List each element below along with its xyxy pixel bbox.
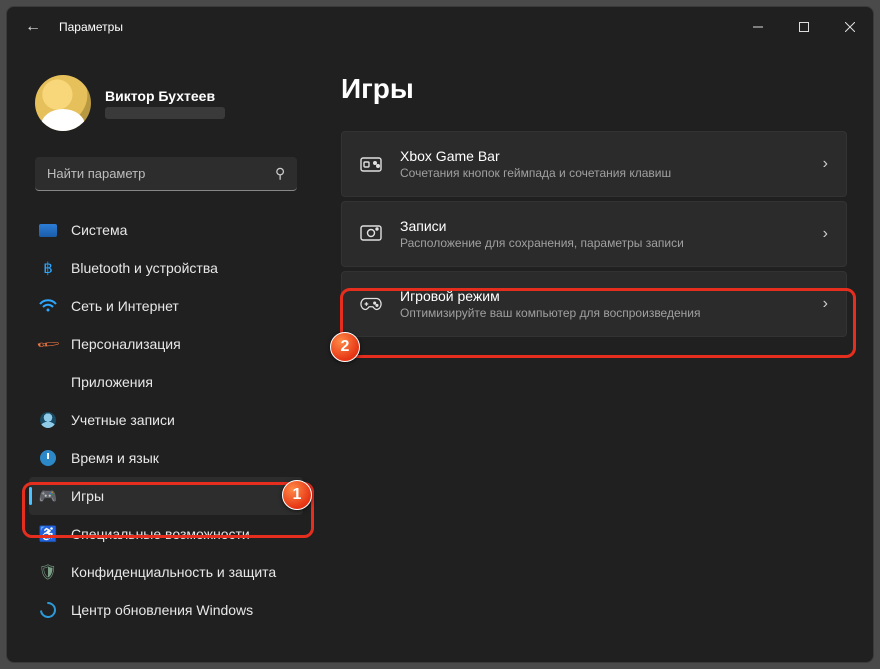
sidebar-item-label: Центр обновления Windows [71, 602, 253, 618]
wifi-icon [39, 297, 57, 315]
clock-icon [39, 449, 57, 467]
sidebar-item-personalization[interactable]: 🖌 Персонализация [29, 325, 303, 363]
window-controls [735, 11, 873, 43]
minimize-button[interactable] [735, 11, 781, 43]
back-button[interactable]: ← [25, 18, 41, 36]
sidebar-item-label: Система [71, 222, 127, 238]
sidebar-item-accessibility[interactable]: ♿ Специальные возможности [29, 515, 303, 553]
gamemode-icon [360, 296, 382, 312]
bluetooth-icon: ฿ [39, 259, 57, 277]
search-box[interactable]: ⚲ [35, 157, 297, 191]
search-input[interactable] [47, 166, 247, 181]
chevron-right-icon: › [823, 155, 828, 173]
sidebar-item-label: Bluetooth и устройства [71, 260, 218, 276]
sidebar-item-label: Учетные записи [71, 412, 175, 428]
apps-icon [39, 373, 57, 391]
window-title: Параметры [59, 20, 123, 34]
shield-icon: 🛡 [39, 563, 57, 581]
card-xbox-game-bar[interactable]: Xbox Game Bar Сочетания кнопок геймпада … [341, 131, 847, 197]
main-content: Игры Xbox Game Bar Сочетания кнопок гейм… [313, 47, 873, 662]
sidebar-item-label: Приложения [71, 374, 153, 390]
user-email-redacted [105, 107, 225, 119]
card-subtitle: Сочетания кнопок геймпада и сочетания кл… [400, 166, 805, 180]
card-captures[interactable]: Записи Расположение для сохранения, пара… [341, 201, 847, 267]
user-icon [39, 411, 57, 429]
search-icon: ⚲ [275, 165, 285, 182]
sidebar-item-network[interactable]: Сеть и Интернет [29, 287, 303, 325]
settings-list: Xbox Game Bar Сочетания кнопок геймпада … [341, 131, 847, 337]
close-button[interactable] [827, 11, 873, 43]
sidebar-item-label: Сеть и Интернет [71, 298, 179, 314]
sidebar-item-accounts[interactable]: Учетные записи [29, 401, 303, 439]
card-subtitle: Расположение для сохранения, параметры з… [400, 236, 805, 250]
sidebar-item-label: Время и язык [71, 450, 159, 466]
chevron-right-icon: › [823, 295, 828, 313]
settings-window: ← Параметры Виктор Бухтеев [6, 6, 874, 663]
accessibility-icon: ♿ [39, 525, 57, 543]
titlebar: ← Параметры [7, 7, 873, 47]
sidebar-item-time[interactable]: Время и язык [29, 439, 303, 477]
sidebar-nav: Система ฿ Bluetooth и устройства Сеть и … [29, 211, 303, 629]
sidebar-item-apps[interactable]: Приложения [29, 363, 303, 401]
sidebar-item-gaming[interactable]: 🎮 Игры [29, 477, 303, 515]
card-title: Записи [400, 218, 805, 234]
sidebar-item-bluetooth[interactable]: ฿ Bluetooth и устройства [29, 249, 303, 287]
sidebar: Виктор Бухтеев ⚲ Система ฿ Bluetooth и у… [7, 47, 313, 662]
monitor-icon [39, 221, 57, 239]
sidebar-item-privacy[interactable]: 🛡 Конфиденциальность и защита [29, 553, 303, 591]
xbox-icon [360, 155, 382, 173]
card-game-mode[interactable]: Игровой режим Оптимизируйте ваш компьюте… [341, 271, 847, 337]
card-title: Игровой режим [400, 288, 805, 304]
sidebar-item-update[interactable]: Центр обновления Windows [29, 591, 303, 629]
captures-icon [360, 225, 382, 243]
gamepad-icon: 🎮 [39, 487, 57, 505]
sidebar-item-label: Конфиденциальность и защита [71, 564, 276, 580]
chevron-right-icon: › [823, 225, 828, 243]
avatar [35, 75, 91, 131]
page-title: Игры [341, 73, 847, 105]
profile-block[interactable]: Виктор Бухтеев [35, 75, 303, 131]
sidebar-item-system[interactable]: Система [29, 211, 303, 249]
update-icon [39, 601, 57, 619]
card-subtitle: Оптимизируйте ваш компьютер для воспроиз… [400, 306, 805, 320]
maximize-button[interactable] [781, 11, 827, 43]
user-name: Виктор Бухтеев [105, 88, 225, 104]
sidebar-item-label: Специальные возможности [71, 526, 250, 542]
brush-icon: 🖌 [35, 331, 60, 356]
card-title: Xbox Game Bar [400, 148, 805, 164]
sidebar-item-label: Игры [71, 488, 104, 504]
sidebar-item-label: Персонализация [71, 336, 181, 352]
